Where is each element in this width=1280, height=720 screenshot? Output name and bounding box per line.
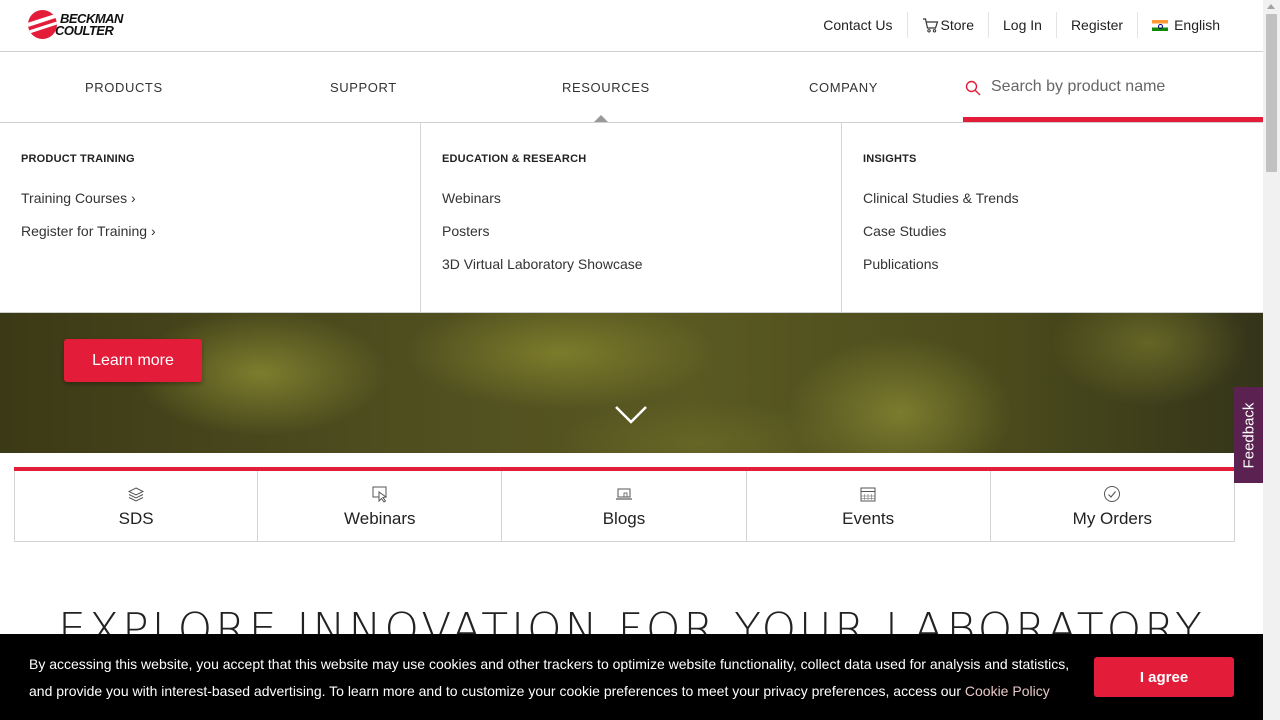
india-flag-icon [1152, 19, 1169, 31]
cart-icon [922, 17, 938, 33]
menu-link-webinars[interactable]: Webinars [442, 190, 841, 223]
agree-button[interactable]: I agree [1094, 657, 1234, 697]
menu-link-training-courses[interactable]: Training Courses › [21, 190, 420, 223]
quicklink-webinars[interactable]: Webinars [258, 471, 503, 542]
hero-banner: Learn more [0, 313, 1263, 453]
menu-link-publications[interactable]: Publications [863, 256, 1263, 289]
beckman-coulter-logo[interactable]: BECKMAN COULTER [28, 10, 123, 39]
resources-mega-menu: PRODUCT TRAINING Training Courses › Regi… [0, 122, 1263, 313]
menu-column-product-training: PRODUCT TRAINING Training Courses › Regi… [0, 123, 421, 312]
quick-links-bar: SDS Webinars Blogs Events My Orders [14, 467, 1235, 542]
calendar-icon [860, 487, 876, 502]
quicklink-sds[interactable]: SDS [14, 471, 259, 542]
feedback-tab[interactable]: Feedback [1234, 387, 1263, 483]
page-scrollbar[interactable] [1263, 0, 1280, 720]
check-circle-icon [1104, 486, 1121, 502]
laptop-icon [615, 488, 632, 500]
nav-products[interactable]: PRODUCTS [85, 80, 163, 95]
search-input[interactable] [991, 73, 1251, 101]
contact-us-link[interactable]: Contact Us [809, 12, 906, 38]
cookie-text: By accessing this website, you accept th… [29, 656, 1070, 699]
logo-mark-icon [28, 10, 57, 39]
main-navigation: PRODUCTS SUPPORT RESOURCES COMPANY [0, 53, 1263, 122]
menu-link-posters[interactable]: Posters [442, 223, 841, 256]
register-link[interactable]: Register [1055, 12, 1137, 38]
quicklink-blogs[interactable]: Blogs [502, 471, 747, 542]
quicklink-my-orders[interactable]: My Orders [990, 471, 1235, 542]
menu-link-case-studies[interactable]: Case Studies [863, 223, 1263, 256]
cookie-policy-link[interactable]: Cookie Policy [965, 683, 1050, 699]
cursor-screen-icon [372, 486, 388, 503]
login-link[interactable]: Log In [988, 12, 1056, 38]
top-utility-bar: BECKMAN COULTER Contact Us Store Log In … [0, 0, 1263, 52]
menu-column-education-research: EDUCATION & RESEARCH Webinars Posters 3D… [421, 123, 842, 312]
scrollbar-thumb[interactable] [1266, 14, 1277, 172]
search-box [963, 53, 1263, 122]
quicklink-label: SDS [118, 509, 154, 528]
scroll-up-arrow-icon[interactable] [1267, 4, 1275, 9]
feedback-label: Feedback [1240, 402, 1257, 468]
active-nav-caret-icon [594, 115, 608, 122]
logo-wordmark: BECKMAN COULTER [55, 10, 123, 38]
store-link[interactable]: Store [906, 12, 988, 38]
menu-heading: INSIGHTS [863, 153, 917, 165]
cookie-message: By accessing this website, you accept th… [29, 651, 1094, 705]
search-icon[interactable] [965, 80, 981, 96]
menu-heading: EDUCATION & RESEARCH [442, 153, 587, 165]
learn-more-button[interactable]: Learn more [64, 339, 202, 382]
nav-resources[interactable]: RESOURCES [562, 80, 650, 95]
layers-icon [127, 487, 145, 502]
utility-links: Contact Us Store Log In Register English [809, 12, 1234, 38]
quicklink-events[interactable]: Events [746, 471, 991, 542]
menu-column-insights: INSIGHTS Clinical Studies & Trends Case … [842, 123, 1263, 312]
store-label: Store [940, 17, 974, 33]
menu-link-3d-virtual-lab[interactable]: 3D Virtual Laboratory Showcase [442, 256, 841, 289]
nav-support[interactable]: SUPPORT [330, 80, 397, 95]
menu-link-clinical-studies[interactable]: Clinical Studies & Trends [863, 190, 1263, 223]
cookie-banner: By accessing this website, you accept th… [0, 634, 1263, 720]
menu-heading: PRODUCT TRAINING [21, 153, 135, 165]
menu-link-register-training[interactable]: Register for Training › [21, 223, 420, 256]
quicklink-label: Events [842, 509, 895, 528]
nav-company[interactable]: COMPANY [809, 80, 878, 95]
scroll-down-chevron-icon[interactable] [614, 405, 648, 425]
quicklink-label: Webinars [344, 509, 416, 528]
language-selector[interactable]: English [1137, 12, 1234, 38]
language-label: English [1174, 17, 1220, 33]
quicklink-label: My Orders [1072, 509, 1153, 528]
quicklink-label: Blogs [602, 509, 646, 528]
